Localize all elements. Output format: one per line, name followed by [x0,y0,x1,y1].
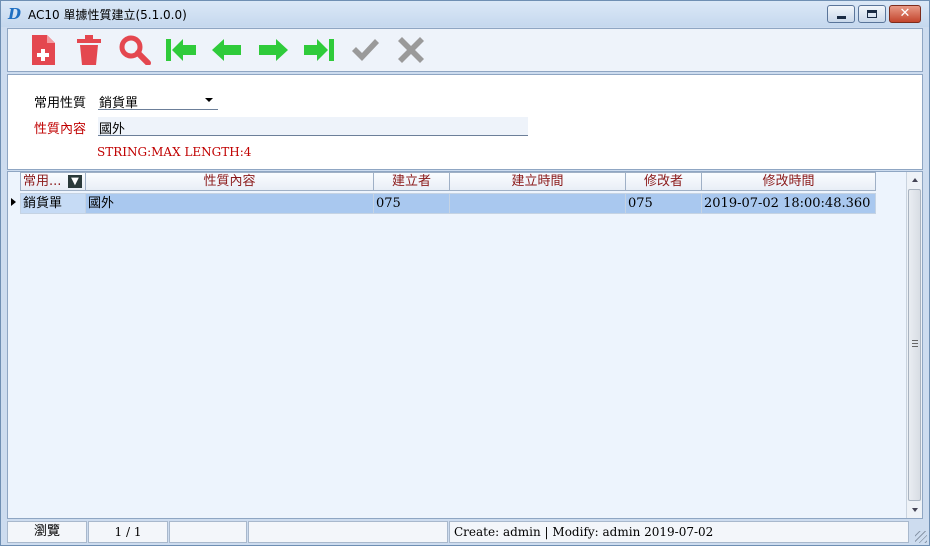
first-record-button[interactable] [158,30,204,70]
close-icon: ✕ [899,6,911,21]
filter-dropdown-icon[interactable]: ▼ [68,175,82,188]
maximize-icon [867,10,877,18]
window-controls: ✕ [827,5,921,23]
delete-trash-icon [77,35,101,65]
table-cell[interactable]: 075 [626,193,702,214]
toolbar [7,28,923,72]
data-grid: 常用... ▼ 性質內容 建立者 建立時間 修改者 修改時間 銷貨單 國外 075 075 2019… [7,171,923,519]
new-button[interactable] [20,30,66,70]
status-blank-1 [169,521,247,543]
cancel-x-icon [398,37,424,63]
type-label: 常用性質 [34,96,87,111]
column-header-label: 建立者 [391,174,431,189]
type-dropdown[interactable]: 銷貨單 [98,91,218,111]
confirm-check-icon [352,39,379,61]
minimize-button[interactable] [827,5,855,23]
new-document-icon [32,35,55,65]
status-mode: 瀏覽 [7,521,87,543]
last-record-button[interactable] [296,30,342,70]
column-header-label: 常用... [23,174,62,189]
scroll-thumb[interactable] [908,189,921,501]
window-title: AC10 單據性質建立(5.1.0.0) [28,7,187,22]
next-record-button[interactable] [250,30,296,70]
maximize-button[interactable] [858,5,886,23]
edit-form: 常用性質 銷貨單 性質內容 國外 STRING:MAX LENGTH:4 [7,74,923,170]
table-cell[interactable]: 國外 [86,193,374,214]
resize-grip-icon[interactable] [915,531,927,543]
scroll-up-button[interactable] [907,172,922,188]
search-magnifier-icon [119,35,151,65]
scroll-down-button[interactable] [907,502,922,518]
column-header-label: 修改時間 [762,174,815,189]
title-bar[interactable]: D AC10 單據性質建立(5.1.0.0) ✕ [1,1,929,27]
first-record-icon [166,39,196,61]
status-bar: 瀏覽 1 / 1 Create: admin | Modify: admin 2… [7,521,923,543]
status-audit: Create: admin | Modify: admin 2019-07-02 [449,521,909,543]
type-dropdown-value: 銷貨單 [99,96,139,111]
column-header-0[interactable]: 常用... ▼ [20,172,86,191]
previous-record-icon [212,39,241,61]
column-header-2[interactable]: 建立者 [374,172,450,191]
column-header-label: 性質內容 [203,174,256,189]
minimize-icon [836,15,846,19]
column-header-label: 建立時間 [511,174,564,189]
table-cell[interactable] [450,193,626,214]
status-blank-2 [248,521,448,543]
field-hint: STRING:MAX LENGTH:4 [97,145,252,159]
column-header-5[interactable]: 修改時間 [702,172,876,191]
close-button[interactable]: ✕ [889,5,921,23]
table-row[interactable]: 銷貨單 國外 075 075 2019-07-02 18:00:48.360 [20,193,876,214]
delete-button[interactable] [66,30,112,70]
previous-record-button[interactable] [204,30,250,70]
application-window: D AC10 單據性質建立(5.1.0.0) ✕ 常用性質 銷貨單 性質內容 國… [0,0,930,546]
grip-icon [912,340,918,347]
last-record-icon [304,39,334,61]
content-input-value: 國外 [99,122,126,137]
confirm-button[interactable] [342,30,388,70]
table-cell[interactable]: 2019-07-02 18:00:48.360 [702,193,876,214]
current-row-indicator-icon [11,198,16,206]
arrow-up-icon [911,178,918,182]
table-cell[interactable]: 075 [374,193,450,214]
next-record-icon [259,39,288,61]
vertical-scrollbar[interactable] [906,172,922,518]
arrow-down-icon [911,508,918,512]
content-label: 性質內容 [34,122,87,137]
column-header-label: 修改者 [643,174,683,189]
status-page: 1 / 1 [88,521,168,543]
column-header-3[interactable]: 建立時間 [450,172,626,191]
search-button[interactable] [112,30,158,70]
content-input[interactable]: 國外 [98,117,528,137]
cancel-button[interactable] [388,30,434,70]
chevron-down-icon [205,98,213,102]
column-header-4[interactable]: 修改者 [626,172,702,191]
grid-header: 常用... ▼ 性質內容 建立者 建立時間 修改者 修改時間 [20,172,876,191]
table-cell[interactable]: 銷貨單 [20,193,86,214]
app-logo-icon: D [8,5,22,23]
column-header-1[interactable]: 性質內容 [86,172,374,191]
